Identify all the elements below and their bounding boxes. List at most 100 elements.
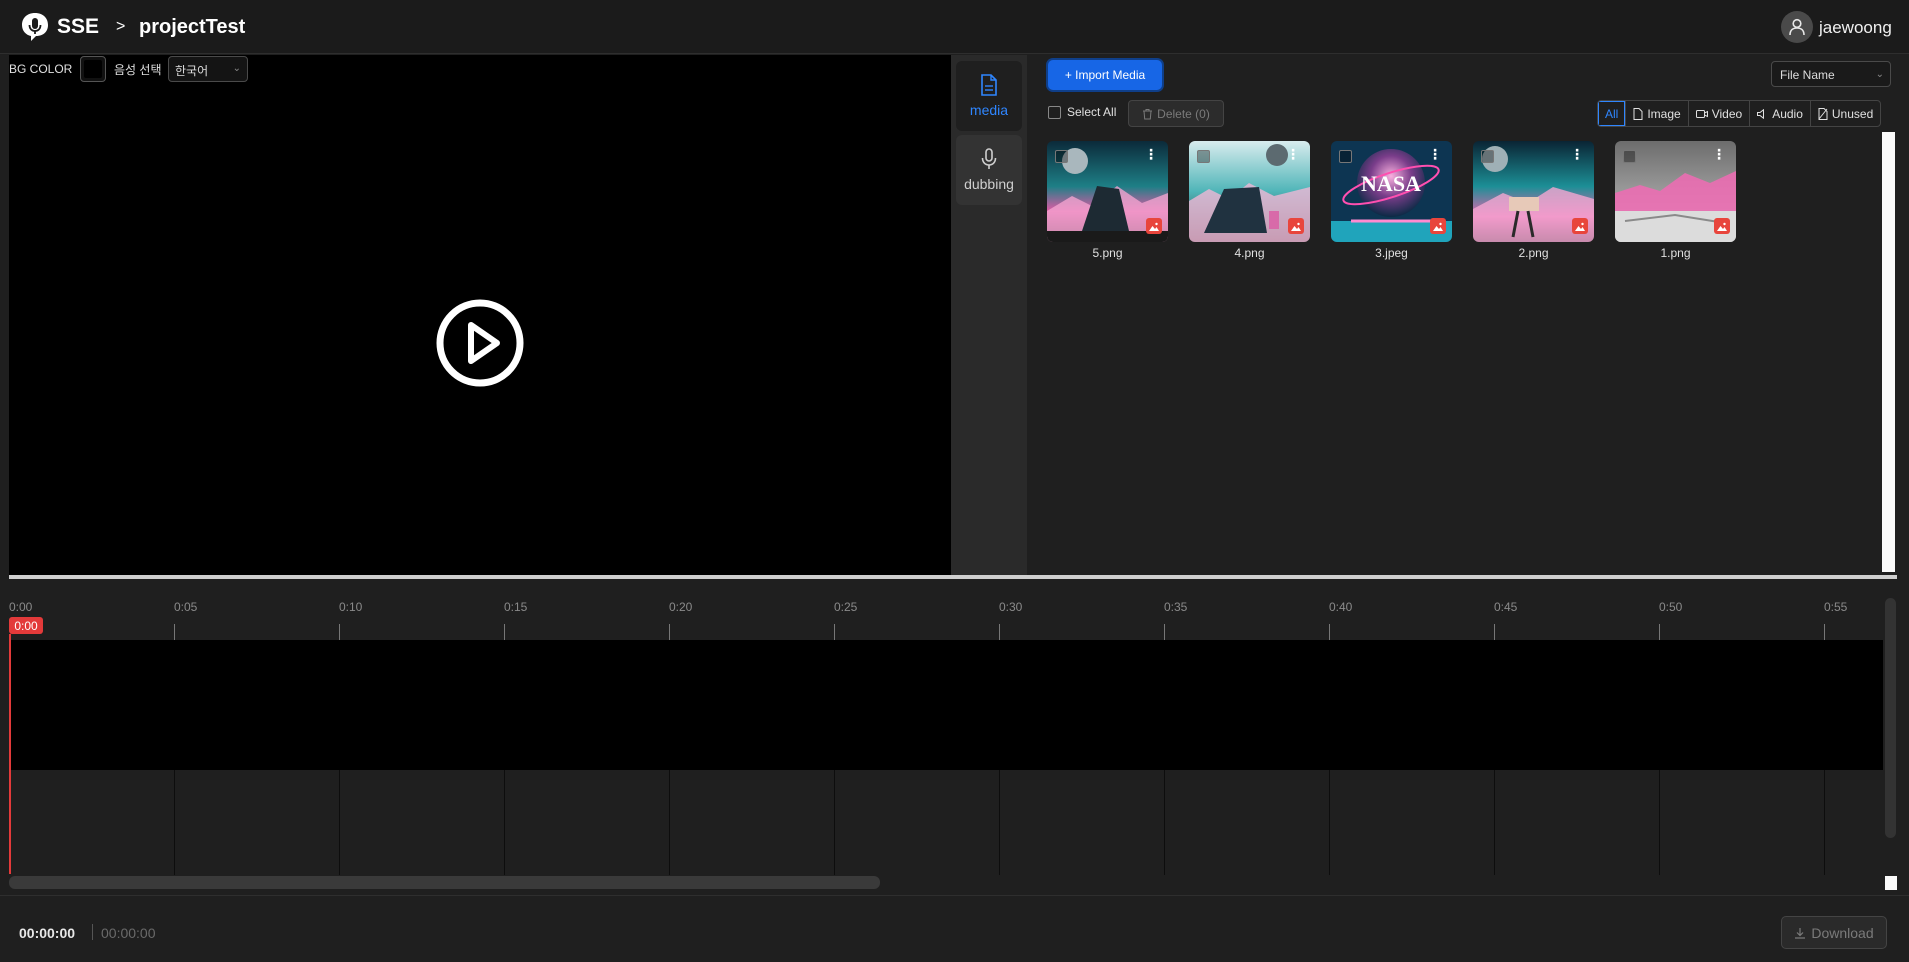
user-icon: [1789, 18, 1805, 36]
tick-label: 0:10: [339, 600, 363, 614]
timeline-grid-line: [834, 770, 835, 875]
more-vertical-icon[interactable]: ⋮: [1712, 147, 1726, 161]
media-item[interactable]: ⋮ 2.png: [1473, 141, 1594, 260]
chevron-down-icon: ⌄: [232, 63, 241, 74]
media-item-name: 4.png: [1234, 246, 1265, 260]
side-tabs: media dubbing: [951, 55, 1027, 575]
tick-label: 0:40: [1329, 600, 1353, 614]
tick-label: 0:35: [1164, 600, 1188, 614]
trash-icon: [1143, 108, 1153, 119]
filter-unused-label: Unused: [1831, 106, 1874, 121]
tick-mark: [174, 624, 175, 640]
current-time: 00:00:00: [19, 925, 76, 941]
timeline-ruler[interactable]: 0:00 0:05 0:10 0:15 0:20 0:25 0:30 0:35 0:40 0:45…: [9, 600, 1879, 640]
timeline-grid-line: [1659, 770, 1660, 875]
scroll-corner: [1885, 876, 1897, 890]
media-item-checkbox[interactable]: [1055, 150, 1068, 163]
voice-select-label: 음성 선택: [114, 63, 162, 77]
download-icon: [1795, 927, 1806, 939]
filter-audio[interactable]: Audio: [1749, 101, 1810, 126]
more-vertical-icon[interactable]: ⋮: [1428, 147, 1442, 161]
tick-label: 0:25: [834, 600, 858, 614]
footer-bar: [0, 895, 1909, 962]
tick-label: 0:20: [669, 600, 693, 614]
brand-name[interactable]: SSE: [57, 15, 99, 39]
select-all-label: Select All: [1067, 105, 1117, 119]
media-item-checkbox[interactable]: [1197, 150, 1210, 163]
media-thumbnail[interactable]: NASA ⋮: [1331, 141, 1452, 242]
language-select[interactable]: 한국어 ⌄: [168, 56, 248, 82]
delete-label: Delete (0): [1157, 106, 1210, 121]
tick-mark: [1329, 624, 1330, 640]
media-item-name: 5.png: [1092, 246, 1123, 260]
bg-color-picker[interactable]: [80, 56, 106, 82]
media-item-checkbox[interactable]: [1339, 150, 1352, 163]
timeline-grid-line: [1824, 770, 1825, 875]
play-circle-icon[interactable]: [435, 298, 525, 388]
media-item[interactable]: ⋮ 5.png: [1047, 141, 1168, 260]
thumbnail-text: NASA: [1361, 171, 1421, 196]
tab-dubbing[interactable]: dubbing: [956, 135, 1022, 205]
media-thumbnail[interactable]: ⋮: [1189, 141, 1310, 242]
delete-button[interactable]: Delete (0): [1128, 100, 1224, 127]
media-filters: All Image Video Audio Unused: [1597, 100, 1882, 127]
media-thumbnail[interactable]: ⋮: [1047, 141, 1168, 242]
playhead[interactable]: [9, 634, 11, 874]
filter-video[interactable]: Video: [1687, 101, 1749, 126]
tab-media-label: media: [969, 102, 1009, 118]
timeline-grid-line: [504, 770, 505, 875]
media-item[interactable]: ⋮ 4.png: [1189, 141, 1310, 260]
more-vertical-icon[interactable]: ⋮: [1570, 147, 1584, 161]
tick-label: 0:45: [1494, 600, 1518, 614]
timeline-grid-line: [339, 770, 340, 875]
media-scrollbar[interactable]: [1882, 132, 1895, 572]
mic-bubble-icon[interactable]: [19, 11, 51, 43]
import-media-button[interactable]: + Import Media: [1048, 60, 1162, 90]
tick-label: 0:15: [504, 600, 528, 614]
chevron-down-icon: ⌄: [1875, 69, 1884, 80]
tick-label: 0:50: [1659, 600, 1683, 614]
media-item-checkbox[interactable]: [1481, 150, 1494, 163]
image-icon: [1430, 218, 1446, 234]
select-all-checkbox[interactable]: [1048, 105, 1061, 119]
timeline-vertical-scrollbar[interactable]: [1885, 598, 1896, 838]
speaker-icon: [1757, 108, 1765, 119]
playhead-time[interactable]: 0:00: [9, 617, 43, 634]
sort-select[interactable]: File Name ⌄: [1771, 61, 1891, 87]
timeline-horizontal-scrollbar[interactable]: [9, 876, 880, 889]
filter-image[interactable]: Image: [1625, 101, 1687, 126]
image-icon: [1714, 218, 1730, 234]
more-vertical-icon[interactable]: ⋮: [1286, 147, 1300, 161]
timeline-grid-line: [1164, 770, 1165, 875]
download-label: Download: [1811, 924, 1874, 941]
media-item[interactable]: NASA ⋮ 3.jpeg: [1331, 141, 1452, 260]
tick-mark: [1494, 624, 1495, 640]
filter-all-label: All: [1605, 106, 1619, 121]
media-item-checkbox[interactable]: [1623, 150, 1636, 163]
timeline-grid-line: [999, 770, 1000, 875]
media-panel: [1027, 55, 1897, 575]
media-item-name: 3.jpeg: [1375, 246, 1408, 260]
select-all[interactable]: Select All: [1048, 105, 1116, 119]
tick-mark: [339, 624, 340, 640]
filter-all[interactable]: All: [1598, 101, 1625, 126]
media-thumbnail[interactable]: ⋮: [1615, 141, 1736, 242]
timeline-grid-line: [1494, 770, 1495, 875]
filter-audio-label: Audio: [1772, 106, 1803, 121]
user-avatar[interactable]: [1781, 11, 1813, 43]
resize-divider[interactable]: [9, 575, 1897, 579]
filter-image-label: Image: [1647, 106, 1681, 121]
username[interactable]: jaewoong: [1819, 18, 1892, 38]
top-bar: [0, 0, 1909, 54]
tick-mark: [504, 624, 505, 640]
media-item[interactable]: ⋮ 1.png: [1615, 141, 1736, 260]
media-thumbnail[interactable]: ⋮: [1473, 141, 1594, 242]
filter-unused[interactable]: Unused: [1809, 101, 1880, 126]
file-icon: [1633, 107, 1643, 120]
more-vertical-icon[interactable]: ⋮: [1144, 147, 1158, 161]
tick-mark: [834, 624, 835, 640]
download-button[interactable]: Download: [1781, 916, 1887, 949]
timeline-track[interactable]: [9, 640, 1883, 770]
tab-media[interactable]: media: [956, 61, 1022, 131]
image-icon: [1146, 218, 1162, 234]
